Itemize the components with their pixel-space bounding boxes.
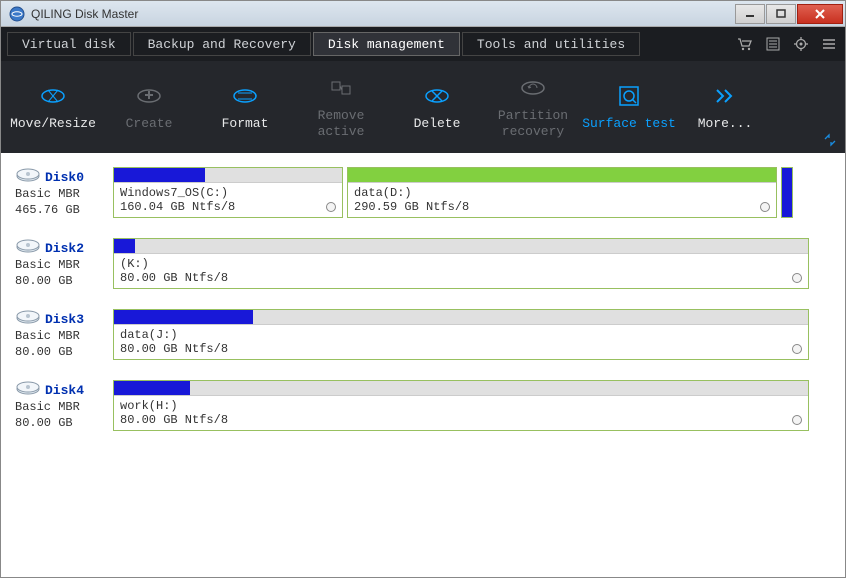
partition-detail: 290.59 GB Ntfs/8: [348, 200, 776, 217]
create-icon: [135, 82, 163, 110]
expand-toolbar-icon[interactable]: [823, 133, 837, 147]
partition[interactable]: (K:)80.00 GB Ntfs/8: [113, 238, 809, 289]
disk-name: Disk2: [45, 241, 84, 256]
partition-radio[interactable]: [792, 415, 802, 425]
tab-virtual-disk[interactable]: Virtual disk: [7, 32, 131, 56]
partition-detail: 80.00 GB Ntfs/8: [114, 342, 808, 359]
disk-size: 80.00 GB: [15, 416, 109, 430]
hard-drive-icon: [15, 380, 41, 398]
partition-radio[interactable]: [760, 202, 770, 212]
partition-recovery-icon: [519, 74, 547, 102]
main-tabs: Virtual disk Backup and Recovery Disk ma…: [1, 27, 845, 61]
partition[interactable]: Windows7_OS(C:)160.04 GB Ntfs/8: [113, 167, 343, 218]
disk-size: 465.76 GB: [15, 203, 109, 217]
partition-label: Windows7_OS(C:): [114, 183, 342, 200]
partition-detail: 80.00 GB Ntfs/8: [114, 271, 808, 288]
list-icon[interactable]: [763, 34, 783, 54]
tool-move-resize[interactable]: Move/Resize: [5, 82, 101, 132]
hard-drive-icon: [15, 238, 41, 256]
tool-label: Create: [126, 116, 173, 132]
tool-label: Surface test: [582, 116, 676, 132]
window-minimize-button[interactable]: [735, 4, 765, 24]
move-resize-icon: [39, 82, 67, 110]
partition[interactable]: data(J:)80.00 GB Ntfs/8: [113, 309, 809, 360]
delete-icon: [423, 82, 451, 110]
surface-test-icon: [615, 82, 643, 110]
tool-label: Format: [222, 116, 269, 132]
disk-info[interactable]: Disk0 Basic MBR 465.76 GB: [15, 167, 109, 218]
disk-type: Basic MBR: [15, 329, 109, 343]
disk-name: Disk3: [45, 312, 84, 327]
tab-backup-recovery[interactable]: Backup and Recovery: [133, 32, 311, 56]
tool-label: More...: [698, 116, 753, 132]
tab-tools-utilities[interactable]: Tools and utilities: [462, 32, 640, 56]
disk-type: Basic MBR: [15, 258, 109, 272]
tool-delete[interactable]: Delete: [389, 82, 485, 132]
hard-drive-icon: [15, 167, 41, 185]
partition-label: data(D:): [348, 183, 776, 200]
usage-bar: [348, 168, 776, 183]
partition-detail: 80.00 GB Ntfs/8: [114, 413, 808, 430]
remove-active-icon: [327, 74, 355, 102]
usage-bar: [114, 381, 808, 396]
window-titlebar: QILING Disk Master: [1, 1, 845, 27]
tool-partition-recovery: Partition recovery: [485, 74, 581, 139]
window-title: QILING Disk Master: [31, 7, 734, 21]
partition-radio[interactable]: [792, 273, 802, 283]
disk-row: Disk4 Basic MBR 80.00 GB work(H:)80.00 GB N…: [15, 380, 831, 431]
tab-disk-management[interactable]: Disk management: [313, 32, 460, 56]
window-close-button[interactable]: [797, 4, 843, 24]
disk-list: Disk0 Basic MBR 465.76 GB Windows7_OS(C:)16…: [1, 153, 845, 577]
tool-label: Move/Resize: [10, 116, 96, 132]
tool-format[interactable]: Format: [197, 82, 293, 132]
usage-bar: [114, 239, 808, 254]
gear-icon[interactable]: [791, 34, 811, 54]
menu-icon[interactable]: [819, 34, 839, 54]
disk-size: 80.00 GB: [15, 345, 109, 359]
partition-label: data(J:): [114, 325, 808, 342]
partition-radio[interactable]: [792, 344, 802, 354]
tool-create: Create: [101, 82, 197, 132]
partition[interactable]: work(H:)80.00 GB Ntfs/8: [113, 380, 809, 431]
tool-more[interactable]: More...: [677, 82, 773, 132]
partition-label: (K:): [114, 254, 808, 271]
unallocated-stub[interactable]: [781, 167, 793, 218]
disk-row: Disk2 Basic MBR 80.00 GB (K:)80.00 GB Ntfs/…: [15, 238, 831, 289]
partition[interactable]: data(D:)290.59 GB Ntfs/8: [347, 167, 777, 218]
hard-drive-icon: [15, 309, 41, 327]
disk-info[interactable]: Disk3 Basic MBR 80.00 GB: [15, 309, 109, 360]
more-icon: [711, 82, 739, 110]
partition-radio[interactable]: [326, 202, 336, 212]
tool-surface-test[interactable]: Surface test: [581, 82, 677, 132]
disk-name: Disk0: [45, 170, 84, 185]
window-maximize-button[interactable]: [766, 4, 796, 24]
disk-info[interactable]: Disk4 Basic MBR 80.00 GB: [15, 380, 109, 431]
cart-icon[interactable]: [735, 34, 755, 54]
disk-type: Basic MBR: [15, 187, 109, 201]
app-icon: [9, 6, 25, 22]
tool-label: Delete: [414, 116, 461, 132]
disk-row: Disk0 Basic MBR 465.76 GB Windows7_OS(C:)16…: [15, 167, 831, 218]
tool-remove-active: Remove active: [293, 74, 389, 139]
format-icon: [231, 82, 259, 110]
disk-size: 80.00 GB: [15, 274, 109, 288]
tool-label: Remove active: [293, 108, 389, 139]
disk-info[interactable]: Disk2 Basic MBR 80.00 GB: [15, 238, 109, 289]
usage-bar: [114, 310, 808, 325]
partition-detail: 160.04 GB Ntfs/8: [114, 200, 342, 217]
disk-type: Basic MBR: [15, 400, 109, 414]
partition-label: work(H:): [114, 396, 808, 413]
tool-label: Partition recovery: [498, 108, 568, 139]
action-toolbar: Move/Resize Create Format Remove active …: [1, 61, 845, 153]
usage-bar: [114, 168, 342, 183]
disk-row: Disk3 Basic MBR 80.00 GB data(J:)80.00 GB N…: [15, 309, 831, 360]
disk-name: Disk4: [45, 383, 84, 398]
